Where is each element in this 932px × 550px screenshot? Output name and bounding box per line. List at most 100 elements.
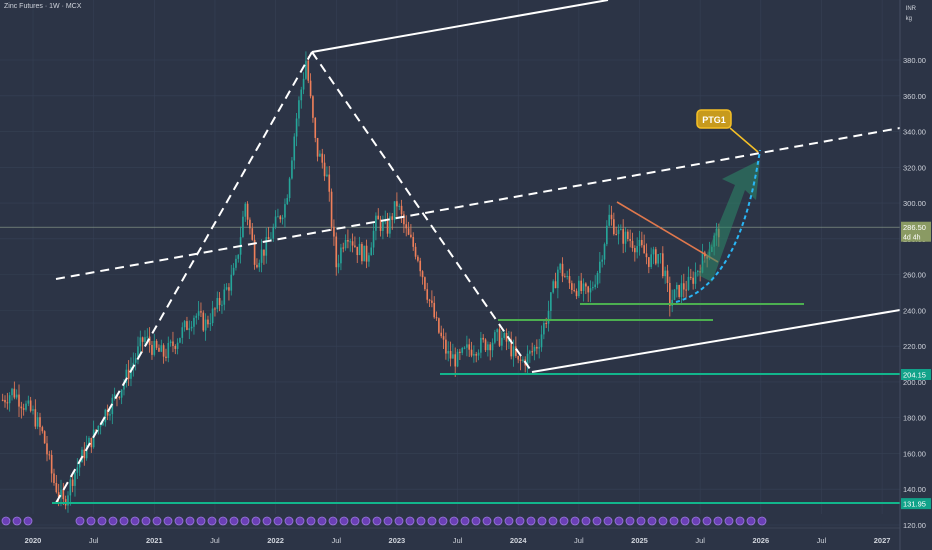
- event-marker-icon: [273, 516, 283, 526]
- candle: [456, 351, 459, 367]
- candle: [48, 454, 51, 456]
- candle: [645, 253, 648, 258]
- candle: [151, 344, 153, 355]
- candle: [659, 253, 662, 255]
- candle: [372, 230, 375, 248]
- candle: [601, 259, 603, 262]
- candle: [83, 449, 86, 459]
- event-marker-icon: [262, 516, 272, 526]
- candle: [641, 240, 643, 246]
- candle: [316, 137, 319, 157]
- y-tick-label: 340.00: [903, 128, 926, 137]
- event-marker-icon: [691, 516, 701, 526]
- time-axis[interactable]: 2020 Jul 2021 Jul 2022 Jul 2023 Jul 2024 Jul 2025 J…: [0, 527, 900, 545]
- event-marker-icon: [603, 516, 613, 526]
- candle: [573, 289, 576, 291]
- candle: [594, 284, 596, 288]
- candle: [666, 270, 669, 283]
- event-marker-icon: [394, 516, 404, 526]
- candle: [228, 287, 230, 291]
- candle: [435, 317, 438, 319]
- candle: [587, 286, 589, 293]
- y-tick-label: 360.00: [903, 92, 926, 101]
- candle: [685, 289, 687, 291]
- event-marker-icon: [12, 516, 22, 526]
- y-tick-label: 160.00: [903, 449, 926, 458]
- candle: [433, 302, 436, 318]
- candle: [69, 479, 72, 496]
- candle: [617, 229, 620, 235]
- candle: [328, 174, 331, 192]
- candle: [377, 215, 380, 220]
- candle: [461, 348, 464, 353]
- candle: [375, 215, 377, 231]
- candle: [263, 249, 265, 256]
- candle: [314, 117, 317, 138]
- candle: [340, 247, 342, 264]
- y-tick-label: 240.00: [903, 306, 926, 315]
- candle: [512, 346, 515, 357]
- candle: [552, 281, 555, 293]
- candle: [533, 346, 536, 352]
- candle: [608, 214, 610, 226]
- y-tick-label: 300.00: [903, 199, 926, 208]
- candle: [141, 337, 144, 342]
- event-marker-icon: [581, 516, 591, 526]
- candle: [281, 217, 284, 220]
- x-tick-label: Jul: [817, 536, 827, 545]
- candle: [606, 225, 608, 245]
- event-marker-icon: [1, 516, 11, 526]
- candle: [589, 288, 592, 293]
- chart-canvas[interactable]: PTG1 380.00360.00340.00320.00300.00280.0…: [0, 0, 932, 550]
- event-marker-icon: [295, 516, 305, 526]
- candle: [694, 272, 697, 284]
- candle: [307, 60, 310, 81]
- candle: [480, 337, 482, 353]
- candle: [214, 308, 216, 310]
- candle: [438, 318, 440, 333]
- event-marker-icon: [427, 516, 437, 526]
- candle: [603, 244, 606, 260]
- candle: [258, 262, 261, 268]
- candle: [50, 454, 53, 474]
- candle: [442, 336, 445, 340]
- candle: [22, 408, 25, 410]
- candle: [487, 344, 489, 351]
- candle: [627, 231, 629, 240]
- candle: [414, 246, 417, 257]
- y-tick-label: 140.00: [903, 485, 926, 494]
- y-tick-label: 220.00: [903, 342, 926, 351]
- candle: [335, 236, 338, 268]
- candle: [186, 321, 188, 330]
- candle: [629, 239, 631, 241]
- candle: [680, 283, 683, 297]
- candle: [398, 205, 401, 207]
- candle: [18, 394, 20, 407]
- candle: [568, 276, 571, 284]
- candle: [43, 431, 46, 444]
- candle: [274, 216, 277, 228]
- candle: [545, 323, 548, 325]
- candle: [225, 287, 228, 290]
- x-tick-label: 2022: [267, 536, 284, 545]
- candle: [323, 162, 326, 177]
- event-marker-icon: [548, 516, 558, 526]
- event-marker-icon: [306, 516, 316, 526]
- candle: [207, 319, 209, 325]
- candle: [118, 396, 121, 398]
- candle: [489, 344, 492, 351]
- candle: [578, 280, 580, 297]
- candle: [8, 395, 11, 404]
- candle: [368, 255, 370, 262]
- candle: [25, 403, 27, 410]
- candle: [351, 241, 354, 246]
- price-axis[interactable]: 380.00360.00340.00320.00300.00280.00260.…: [899, 0, 931, 550]
- candle: [400, 205, 403, 215]
- candle: [547, 310, 550, 324]
- grid: [0, 0, 900, 526]
- candle: [358, 243, 361, 256]
- x-tick-label: Jul: [453, 536, 463, 545]
- candle: [529, 351, 531, 354]
- candle: [109, 414, 111, 416]
- candle: [41, 427, 44, 432]
